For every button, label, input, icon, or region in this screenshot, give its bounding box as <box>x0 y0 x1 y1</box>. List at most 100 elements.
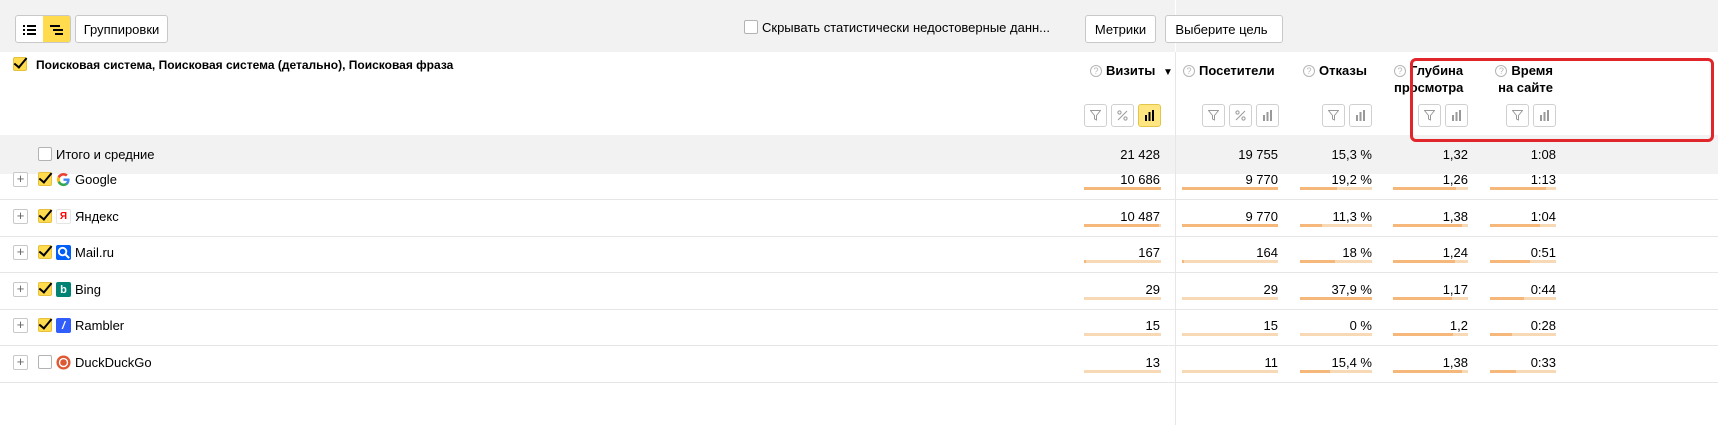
mailru-search-icon <box>56 245 71 260</box>
visits-bar <box>1084 260 1161 263</box>
help-icon[interactable]: ? <box>1303 65 1315 77</box>
metrics-button[interactable]: Метрики <box>1085 15 1156 43</box>
dimension-select-all-checkbox[interactable] <box>13 57 27 71</box>
cell-time: 1:04 <box>1530 209 1556 224</box>
row-checkbox[interactable] <box>38 209 52 223</box>
visits-bar <box>1084 224 1161 227</box>
cell-depth: 1,24 <box>1442 245 1468 260</box>
expand-button[interactable]: + <box>13 282 28 297</box>
hide-unreliable-checkbox[interactable] <box>744 20 758 34</box>
cell-visits: 29 <box>1145 282 1160 297</box>
dimension-title: Поисковая система, Поисковая система (де… <box>36 58 454 72</box>
list-view-button[interactable] <box>16 16 43 42</box>
groupings-button[interactable]: Группировки <box>75 15 168 43</box>
table-row[interactable]: + b Bing 29 29 37,9 % 1,17 0:44 <box>0 270 1718 310</box>
goal-select[interactable]: Выберите цель <box>1165 15 1283 43</box>
expand-button[interactable]: + <box>13 318 28 333</box>
bounces-filter-button[interactable] <box>1322 104 1345 127</box>
cell-visitors: 9 770 <box>1245 209 1278 224</box>
column-header-visitors[interactable]: ? Посетители <box>1183 62 1275 79</box>
bing-icon: b <box>56 282 71 297</box>
bar-fill <box>1182 260 1184 263</box>
cell-depth: 1,38 <box>1442 209 1468 224</box>
cell-bounces: 11,3 % <box>1332 209 1372 224</box>
cell-time: 0:28 <box>1530 318 1556 333</box>
table-row[interactable]: + Mail.ru 167 164 18 % 1,24 0:51 <box>0 233 1718 273</box>
bounces-bars-button[interactable] <box>1349 104 1372 127</box>
bar-fill <box>1490 260 1530 263</box>
cell-time: 0:44 <box>1530 282 1556 297</box>
bar-fill <box>1300 370 1330 373</box>
goal-select-label: Выберите цель <box>1175 21 1268 37</box>
cell-bounces: 37,9 % <box>1331 282 1372 297</box>
bar-fill <box>1490 297 1525 300</box>
row-checkbox[interactable] <box>38 245 52 259</box>
bar-fill <box>1300 187 1337 190</box>
totals-checkbox[interactable] <box>38 147 52 161</box>
row-checkbox[interactable] <box>38 172 52 186</box>
visitors-percent-button[interactable] <box>1229 104 1252 127</box>
visits-bar <box>1084 187 1161 190</box>
visits-bar <box>1084 370 1161 373</box>
visits-filter-button[interactable] <box>1084 104 1107 127</box>
cell-depth: 1,38 <box>1442 355 1468 370</box>
expand-button[interactable]: + <box>13 355 28 370</box>
bar-fill <box>1393 370 1462 373</box>
hide-unreliable-label: Скрывать статистически недостоверные дан… <box>762 20 1051 35</box>
visitors-bars-button[interactable] <box>1256 104 1279 127</box>
time-bar <box>1490 260 1556 263</box>
bounces-bar <box>1300 187 1372 190</box>
cell-visitors: 9 770 <box>1245 172 1278 187</box>
visits-bar <box>1084 333 1161 336</box>
visitors-bar <box>1182 370 1278 373</box>
cell-visits: 10 487 <box>1120 209 1160 224</box>
expand-button[interactable]: + <box>13 172 28 187</box>
bar-fill <box>1490 187 1547 190</box>
table-row[interactable]: + / Rambler 15 15 0 % 1,2 0:28 <box>0 306 1718 346</box>
time-bar <box>1490 297 1556 300</box>
bounces-bar <box>1300 224 1372 227</box>
table-row[interactable]: + Google 10 686 9 770 19,2 % 1,26 1:13 <box>0 160 1718 200</box>
help-icon[interactable]: ? <box>1183 65 1195 77</box>
bounces-bar <box>1300 260 1372 263</box>
help-icon[interactable]: ? <box>1394 65 1406 77</box>
cell-depth: 1,17 <box>1442 282 1468 297</box>
tree-view-button[interactable] <box>43 16 70 42</box>
column-header-bounces[interactable]: ? Отказы <box>1303 62 1367 79</box>
filter-icon <box>1328 110 1339 121</box>
bar-chart-icon <box>1262 110 1272 121</box>
view-toggle <box>15 15 71 43</box>
bounces-bar <box>1300 333 1372 336</box>
bounces-bar <box>1300 370 1372 373</box>
expand-button[interactable]: + <box>13 245 28 260</box>
rambler-icon: / <box>56 318 71 333</box>
depth-bar <box>1393 224 1468 227</box>
bounces-bar <box>1300 297 1372 300</box>
cell-visitors: 29 <box>1263 282 1278 297</box>
visits-percent-button[interactable] <box>1111 104 1134 127</box>
visitors-bar <box>1182 333 1278 336</box>
row-checkbox[interactable] <box>38 282 52 296</box>
depth-bar <box>1393 187 1468 190</box>
visits-bar <box>1084 297 1161 300</box>
visitors-bar <box>1182 260 1278 263</box>
visits-bars-button[interactable] <box>1138 104 1161 127</box>
cell-visitors: 15 <box>1263 318 1278 333</box>
highlight-box <box>1410 58 1714 142</box>
row-checkbox[interactable] <box>38 318 52 332</box>
column-header-visits[interactable]: ? Визиты ▼ <box>1090 62 1173 81</box>
time-bar <box>1490 370 1556 373</box>
row-label: Google <box>75 172 117 187</box>
cell-visitors: 11 <box>1264 355 1279 370</box>
row-label: Rambler <box>75 318 125 333</box>
bar-chart-icon <box>1355 110 1365 121</box>
table-row[interactable]: + DuckDuckGo 13 11 15,4 % 1,38 0:33 <box>0 343 1718 383</box>
visitors-filter-button[interactable] <box>1202 104 1225 127</box>
table-row[interactable]: + Я Яндекс 10 487 9 770 11,3 % 1,38 1:04 <box>0 197 1718 237</box>
help-icon[interactable]: ? <box>1090 65 1102 77</box>
bar-fill <box>1490 370 1516 373</box>
percent-icon <box>1117 110 1128 121</box>
row-checkbox[interactable] <box>38 355 52 369</box>
expand-button[interactable]: + <box>13 209 28 224</box>
cell-time: 1:13 <box>1530 172 1556 187</box>
